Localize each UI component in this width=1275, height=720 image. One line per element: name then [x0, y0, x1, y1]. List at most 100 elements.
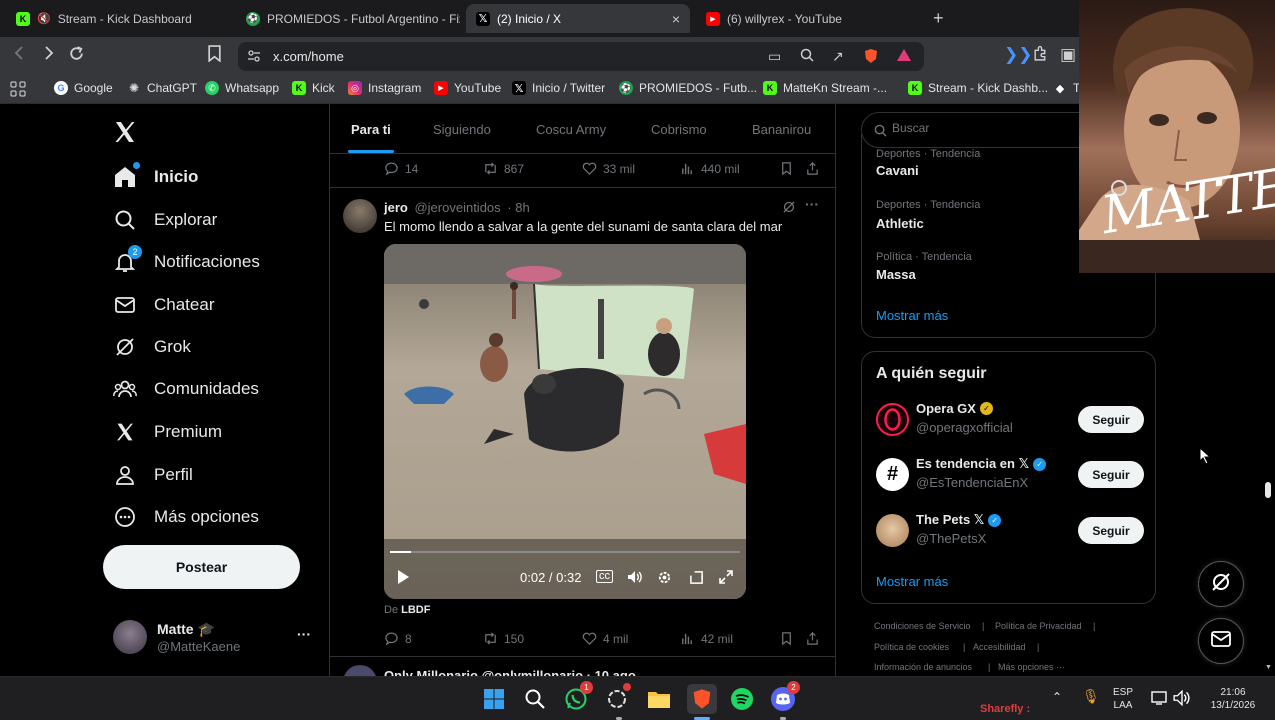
tab-cobrismo[interactable]: Cobrismo — [651, 122, 707, 137]
reload-icon[interactable] — [68, 45, 85, 67]
bookmark-icon[interactable] — [779, 631, 794, 646]
captions-icon[interactable]: cc — [596, 570, 613, 583]
bookmark-mattekn[interactable]: K MatteKn Stream -... — [763, 81, 887, 95]
bookmark-whatsapp[interactable]: ✆ Whatsapp — [205, 81, 279, 95]
follow-button[interactable]: Seguir — [1078, 461, 1144, 488]
sharefly-indicator[interactable]: Sharefly : — [980, 703, 1030, 716]
search-icon[interactable] — [522, 686, 548, 712]
tweet-author-handle[interactable]: @jeroveintidos — [414, 200, 500, 215]
trend-massa[interactable]: Massa — [876, 267, 916, 282]
account-switcher[interactable]: Matte 🎓 @MatteKaene ··· — [113, 618, 318, 658]
next-tweet-avatar[interactable] — [343, 665, 377, 676]
tab-kick-dashboard[interactable]: K 🔇 Stream - Kick Dashboard — [6, 4, 232, 33]
footer-accessibility[interactable]: Accesibilidad — [973, 642, 1026, 652]
tab-for-you[interactable]: Para ti — [351, 122, 391, 137]
nav-more-options[interactable]: Más opciones — [112, 504, 259, 530]
play-icon[interactable] — [396, 569, 410, 590]
retweet-button[interactable]: 867 — [483, 161, 524, 176]
follow-suggestion[interactable]: The Pets 𝕏 ✓ @ThePetsX Seguir — [876, 511, 1144, 551]
bookmark-t[interactable]: ◆ T — [1053, 81, 1081, 95]
tab-bananirou[interactable]: Bananirou — [752, 122, 811, 137]
chatgpt-icon[interactable] — [604, 683, 631, 712]
scroll-down-icon[interactable]: ▼ — [1265, 664, 1272, 671]
chevron-up-icon[interactable]: ⌃ — [1052, 691, 1062, 704]
back-icon[interactable] — [12, 45, 28, 66]
nav-home[interactable]: Inicio — [112, 162, 198, 190]
nav-chat[interactable]: Chatear — [112, 292, 214, 318]
follow-button[interactable]: Seguir — [1078, 406, 1144, 433]
trend-athletic[interactable]: Athletic — [876, 216, 924, 231]
footer-cookies[interactable]: Política de cookies — [874, 642, 949, 652]
wallet-icon[interactable]: ▣ — [1060, 45, 1076, 65]
follow-suggestion[interactable]: # Es tendencia en 𝕏 ✓ @EsTendenciaEnX Seg… — [876, 455, 1144, 495]
zoom-icon[interactable] — [800, 48, 814, 65]
pip-icon[interactable] — [689, 570, 704, 590]
nav-premium[interactable]: Premium — [112, 419, 222, 445]
volume-icon[interactable] — [627, 570, 643, 589]
brave-taskbar-icon[interactable] — [687, 684, 717, 714]
clock[interactable]: 21:06 13/1/2026 — [1204, 686, 1262, 712]
tweet-time[interactable]: · 8h — [507, 200, 529, 215]
trends-show-more[interactable]: Mostrar más — [876, 308, 948, 323]
source-account[interactable]: LBDF — [401, 604, 430, 616]
nav-notifications[interactable]: 2 Notificaciones — [112, 245, 260, 275]
nav-grok[interactable]: Grok — [112, 334, 191, 360]
x-logo-icon[interactable] — [113, 120, 137, 149]
bookmark-page-icon[interactable] — [207, 45, 222, 67]
file-explorer-icon[interactable] — [646, 686, 672, 712]
footer-ads-info[interactable]: Información de anuncios — [874, 662, 972, 672]
more-icon[interactable]: ··· — [297, 626, 311, 642]
cast-icon[interactable]: ▭ — [768, 48, 781, 65]
bookmark-twitter[interactable]: 𝕏 Inicio / Twitter — [512, 81, 605, 95]
settings-gear-icon[interactable] — [657, 570, 672, 590]
bookmark-instagram[interactable]: ◎ Instagram — [348, 81, 421, 95]
bookmark-chatgpt[interactable]: ✺ ChatGPT — [127, 81, 197, 95]
tweet-author-avatar[interactable] — [343, 199, 377, 233]
spotify-icon[interactable] — [729, 686, 755, 712]
bookmark-google[interactable]: G Google — [54, 81, 113, 95]
follow-suggestion[interactable]: Opera GX ✓ @operagxofficial Seguir — [876, 400, 1144, 440]
tweet-more-icon[interactable]: ··· — [805, 196, 819, 212]
tab-following[interactable]: Siguiendo — [433, 122, 491, 137]
messages-floating-button[interactable] — [1198, 618, 1244, 664]
discord-icon[interactable]: 2 — [770, 681, 800, 712]
site-settings-icon[interactable] — [247, 49, 261, 68]
extensions-icon[interactable] — [1032, 45, 1049, 67]
retweet-button[interactable]: 150 — [483, 631, 524, 646]
views-button[interactable]: 42 mil — [680, 631, 733, 646]
views-button[interactable]: 440 mil — [680, 161, 740, 176]
search-input[interactable] — [892, 121, 1092, 135]
windows-start-icon[interactable] — [481, 686, 507, 712]
mute-icon[interactable]: 🔇 — [37, 12, 51, 25]
bookmark-kick[interactable]: K Kick — [292, 81, 335, 95]
url-text[interactable]: x.com/home — [273, 49, 344, 64]
follow-button[interactable]: Seguir — [1078, 517, 1144, 544]
grok-floating-button[interactable] — [1198, 561, 1244, 607]
share-icon[interactable] — [805, 161, 820, 176]
leo-ai-icon[interactable]: ❯❯ — [1004, 45, 1033, 65]
nav-profile[interactable]: Perfil — [112, 462, 193, 488]
video-progress-track[interactable] — [390, 551, 740, 553]
nav-explore[interactable]: Explorar — [112, 207, 217, 233]
brave-rewards-icon[interactable] — [896, 48, 912, 65]
reply-button[interactable]: 8 — [384, 631, 412, 646]
tweet-author-name[interactable]: jero — [384, 200, 408, 215]
fullscreen-icon[interactable] — [719, 570, 733, 589]
trend-cavani[interactable]: Cavani — [876, 163, 919, 178]
volume-icon[interactable] — [1173, 689, 1191, 710]
brave-shield-icon[interactable] — [864, 48, 878, 67]
footer-more[interactable]: Más opciones ··· — [998, 662, 1065, 672]
tab-youtube[interactable]: ▶ (6) willyrex - YouTube — [696, 4, 922, 33]
network-icon[interactable] — [1150, 690, 1168, 710]
tab-promiedos[interactable]: ⚽ PROMIEDOS - Futbol Argentino - Fixt — [236, 4, 460, 33]
bookmark-youtube[interactable]: ▶ YouTube — [434, 81, 501, 95]
follow-show-more[interactable]: Mostrar más — [876, 574, 948, 589]
footer-terms[interactable]: Condiciones de Servicio — [874, 621, 971, 631]
tweet-video[interactable]: 0:02 / 0:32 cc — [384, 244, 746, 599]
microphone-icon[interactable]: 🎙 — [1082, 689, 1100, 703]
bookmark-promiedos[interactable]: ⚽ PROMIEDOS - Futb... — [619, 81, 757, 95]
share-icon[interactable]: ↗ — [832, 48, 844, 65]
whatsapp-icon[interactable]: 1 — [563, 681, 593, 712]
new-tab-button[interactable]: + — [933, 8, 944, 29]
share-icon[interactable] — [805, 631, 820, 646]
